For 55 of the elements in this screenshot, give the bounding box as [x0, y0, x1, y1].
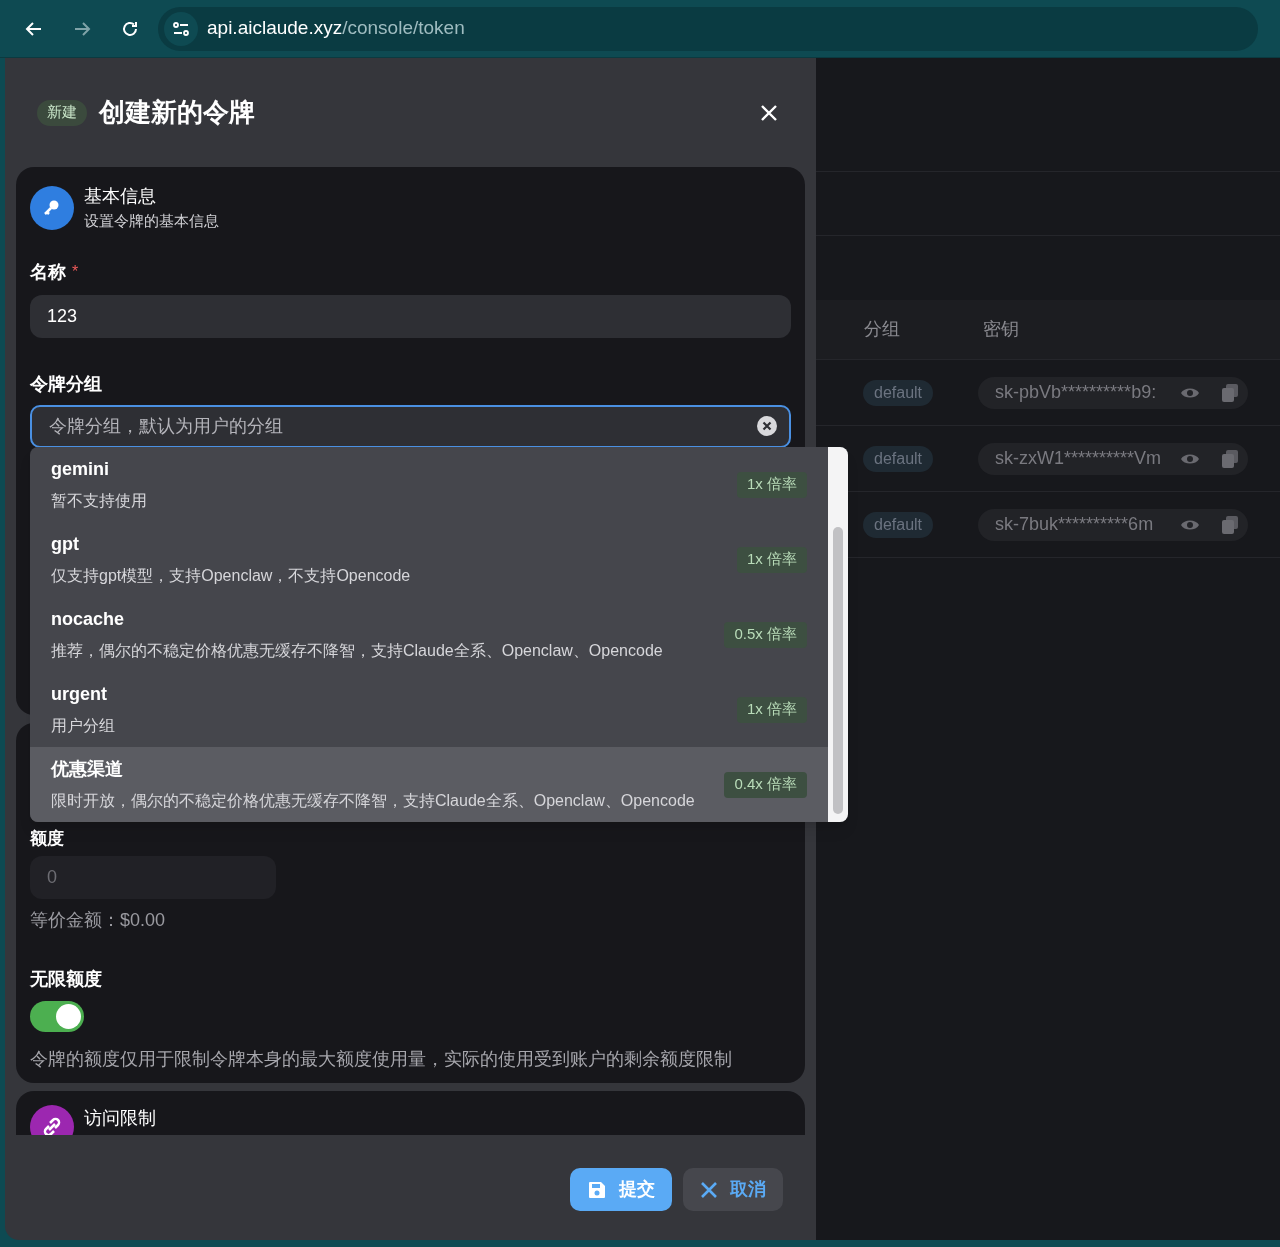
copy-icon[interactable]: [1222, 383, 1239, 402]
ratio-tag: 1x 倍率: [737, 546, 807, 573]
address-bar[interactable]: api.aiclaude.xyz/console/token: [158, 6, 1258, 51]
group-tag: default: [863, 511, 934, 538]
quota-hint: 令牌的额度仅用于限制令牌本身的最大额度使用量，实际的使用受到账户的剩余额度限制: [30, 1047, 733, 1071]
url-text: api.aiclaude.xyz/console/token: [207, 16, 465, 41]
copy-icon[interactable]: [1222, 515, 1239, 534]
ratio-tag: 1x 倍率: [737, 471, 807, 498]
site-settings-icon[interactable]: [164, 11, 198, 46]
ratio-tag: 1x 倍率: [737, 696, 807, 723]
field-label: 名称: [30, 260, 66, 284]
option-name: urgent: [51, 683, 108, 706]
group-tag: default: [863, 379, 934, 406]
group-option[interactable]: nocache 推荐，偶尔的不稳定价格优惠无缓存不降智，支持Claude全系、Openclaw、Opencode 0.5x 倍率: [30, 597, 828, 672]
column-header: 密钥: [983, 318, 1019, 341]
option-description: 限时开放，偶尔的不稳定价格优惠无缓存不降智，支持Claude全系、Openclaw、Opencode: [51, 791, 695, 811]
name-input[interactable]: 123: [30, 294, 791, 338]
column-header: 分组: [864, 318, 901, 341]
option-name: 优惠渠道: [51, 758, 124, 781]
ratio-tag: 0.4x 倍率: [724, 771, 807, 798]
key-icon: [30, 185, 74, 230]
masked-key: sk-zxW1**********Vm: [995, 445, 1162, 472]
masked-key: sk-pbVb**********b9:: [995, 379, 1157, 406]
copy-icon[interactable]: [1222, 449, 1239, 468]
dialog-title: 创建新的令牌: [99, 96, 255, 129]
option-description: 仅支持gpt模型，支持Openclaw，不支持Opencode: [51, 566, 411, 586]
save-icon: [587, 1179, 607, 1200]
group-option[interactable]: gemini 暂不支持使用 1x 倍率: [30, 447, 828, 522]
ratio-tag: 0.5x 倍率: [724, 621, 807, 648]
new-badge: 新建: [37, 99, 87, 126]
masked-key: sk-7buk**********6m: [995, 511, 1154, 538]
section-title: 基本信息: [84, 185, 157, 208]
cancel-button[interactable]: 取消: [683, 1168, 783, 1211]
clear-icon[interactable]: [757, 416, 777, 436]
option-name: gemini: [51, 458, 110, 481]
option-name: gpt: [51, 533, 80, 556]
section-subtitle: 设置令牌的基本信息: [84, 211, 219, 231]
option-description: 暂不支持使用: [51, 491, 147, 511]
field-label: 额度: [30, 828, 65, 850]
option-description: 推荐，偶尔的不稳定价格优惠无缓存不降智，支持Claude全系、Openclaw、Opencode: [51, 641, 663, 661]
close-icon[interactable]: [760, 103, 778, 122]
group-option[interactable]: gpt 仅支持gpt模型，支持Openclaw，不支持Opencode 1x 倍率: [30, 522, 828, 597]
group-option[interactable]: 优惠渠道 限时开放，偶尔的不稳定价格优惠无缓存不降智，支持Claude全系、Openclaw、Opencode 0.4x 倍率: [30, 747, 828, 822]
required-asterisk: *: [72, 262, 79, 282]
option-name: nocache: [51, 608, 126, 631]
close-icon: [700, 1180, 718, 1199]
group-option[interactable]: urgent 用户分组 1x 倍率: [30, 672, 828, 747]
unlimited-toggle[interactable]: [30, 1000, 84, 1032]
section-title: 访问限制: [84, 1107, 156, 1130]
field-label: 令牌分组: [30, 372, 103, 396]
field-label: 无限额度: [30, 967, 103, 991]
group-select[interactable]: 令牌分组，默认为用户的分组: [30, 404, 791, 448]
equivalent-amount: 等价金额：$0.00: [30, 908, 167, 932]
group-tag: default: [863, 445, 934, 472]
option-description: 用户分组: [51, 716, 115, 736]
